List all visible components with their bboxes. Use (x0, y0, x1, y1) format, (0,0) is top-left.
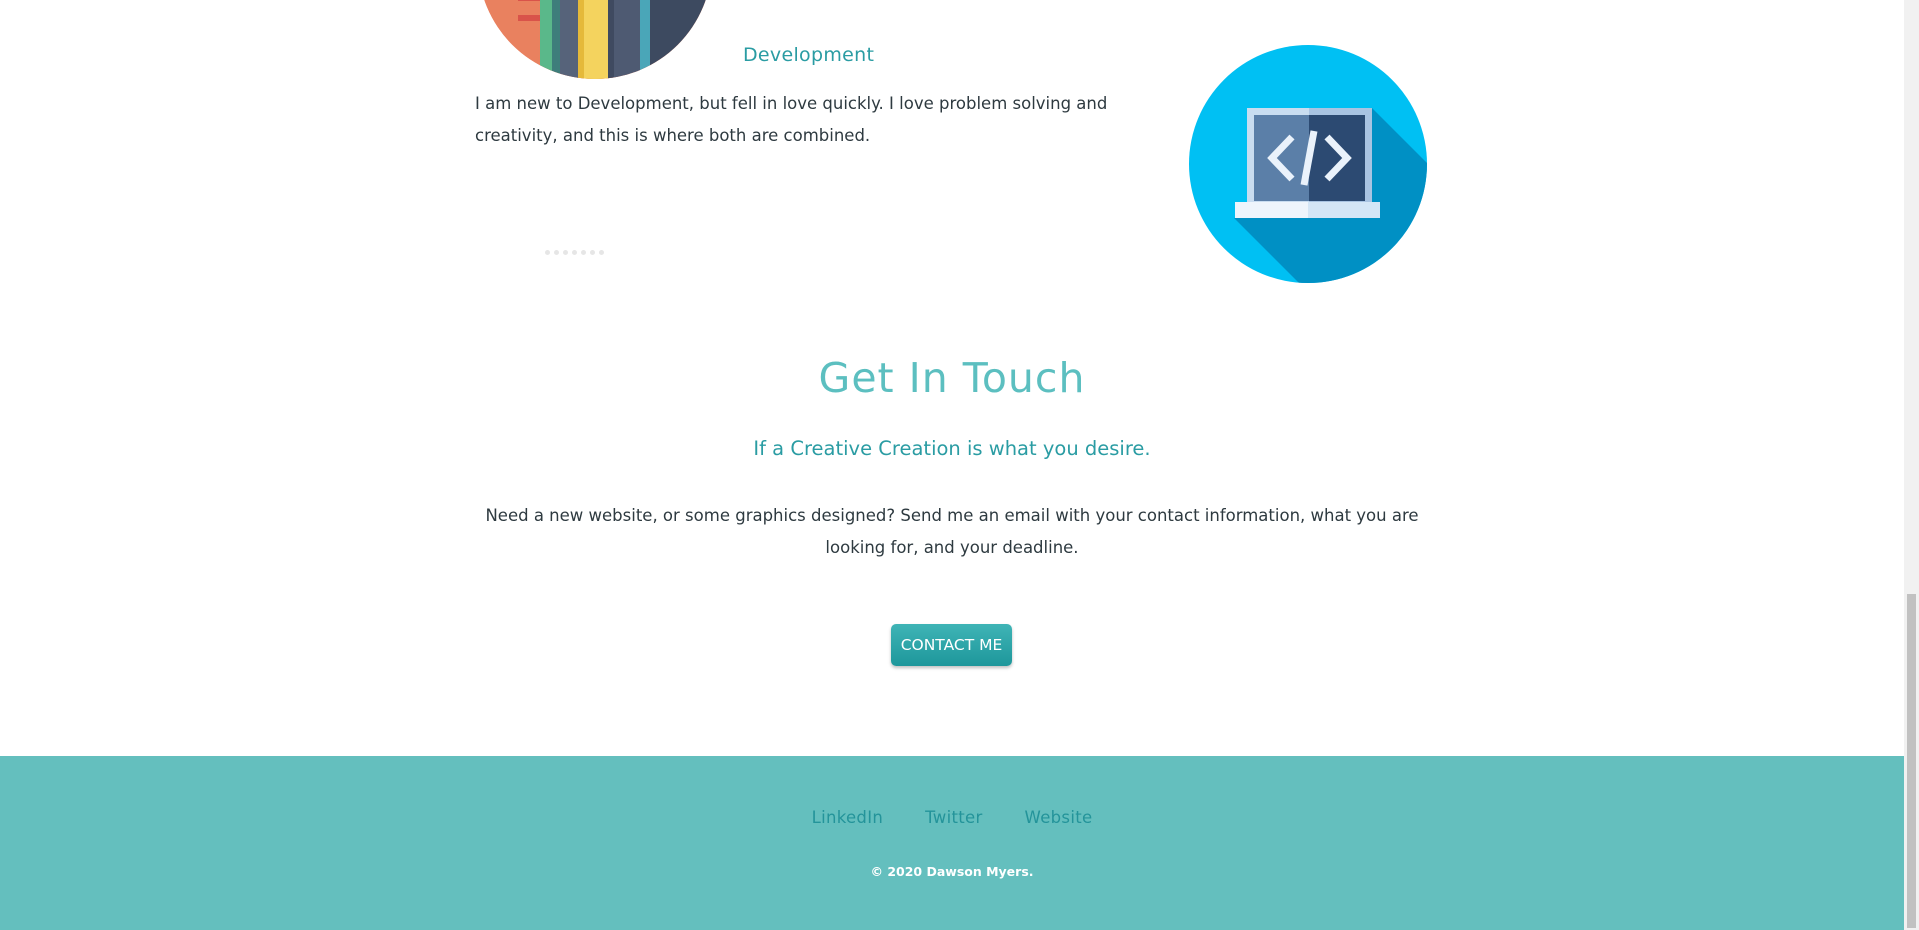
get-in-touch-title: Get In Touch (818, 354, 1086, 402)
vertical-scrollbar[interactable] (1904, 0, 1919, 930)
carousel-dot[interactable] (599, 250, 604, 255)
laptop-code-icon (1189, 45, 1427, 283)
copyright-text: © 2020 Dawson Myers. (870, 864, 1034, 879)
carousel-dot[interactable] (572, 250, 577, 255)
carousel-dot[interactable] (545, 250, 550, 255)
contact-me-button[interactable]: CONTACT ME (891, 624, 1012, 666)
footer-link-twitter[interactable]: Twitter (925, 808, 982, 827)
footer-link-linkedin[interactable]: LinkedIn (812, 808, 884, 827)
development-heading: Development (743, 44, 875, 66)
get-in-touch-text: Need a new website, or some graphics des… (485, 506, 1419, 557)
carousel-dots (545, 250, 604, 255)
main-content: Development I am new to Development, but… (0, 0, 1904, 756)
carousel-dot[interactable] (590, 250, 595, 255)
carousel-dot[interactable] (581, 250, 586, 255)
footer-link-website[interactable]: Website (1025, 808, 1093, 827)
get-in-touch-subtitle: If a Creative Creation is what you desir… (753, 437, 1151, 460)
scrollbar-thumb[interactable] (1907, 594, 1916, 928)
books-icon (478, 0, 712, 79)
carousel-dot[interactable] (563, 250, 568, 255)
footer-links: LinkedIn Twitter Website (0, 808, 1904, 827)
carousel-dot[interactable] (554, 250, 559, 255)
footer (0, 756, 1904, 930)
page: Development I am new to Development, but… (0, 0, 1919, 930)
development-text: I am new to Development, but fell in lov… (475, 94, 1108, 145)
